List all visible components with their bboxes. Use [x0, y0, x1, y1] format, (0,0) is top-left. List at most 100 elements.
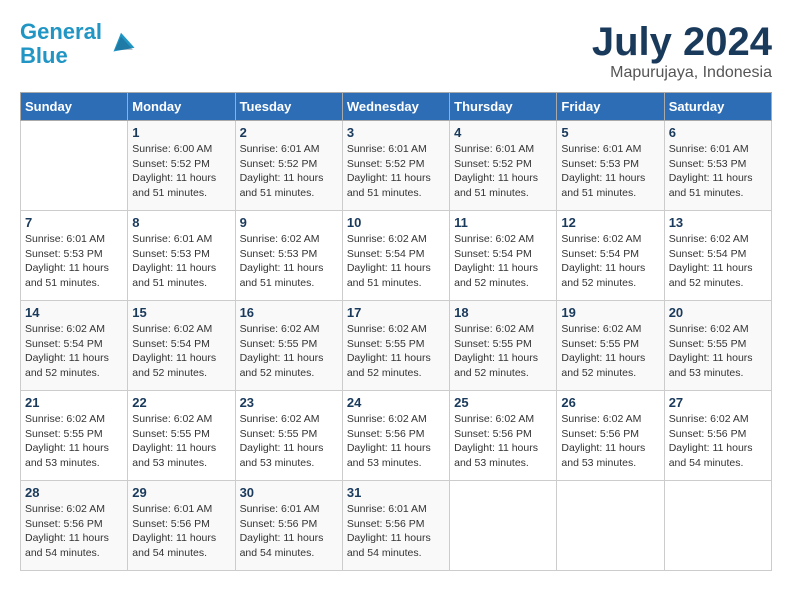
- page-header: General Blue July 2024 Mapurujaya, Indon…: [20, 20, 772, 82]
- day-info: Sunrise: 6:02 AM Sunset: 5:54 PM Dayligh…: [454, 232, 552, 291]
- day-info: Sunrise: 6:02 AM Sunset: 5:54 PM Dayligh…: [561, 232, 659, 291]
- calendar-cell: 15Sunrise: 6:02 AM Sunset: 5:54 PM Dayli…: [128, 301, 235, 391]
- day-number: 24: [347, 395, 445, 410]
- calendar-cell: 26 Sunrise: 6:02 AM Sunset: 5:56 PM Dayli…: [557, 391, 664, 481]
- day-info: Sunrise: 6:02 AM Sunset: 5:54 PM Dayligh…: [25, 322, 123, 381]
- calendar-cell: 16 Sunrise: 6:02 AM Sunset: 5:55 PM Dayli…: [235, 301, 342, 391]
- day-number: 2: [240, 125, 338, 140]
- calendar-cell: 5 Sunrise: 6:01 AM Sunset: 5:53 PM Daylig…: [557, 121, 664, 211]
- calendar-week-row: 21 Sunrise: 6:02 AM Sunset: 5:55 PM Dayli…: [21, 391, 772, 481]
- day-info: Sunrise: 6:02 AM Sunset: 5:56 PM Dayligh…: [347, 412, 445, 471]
- day-info: Sunrise: 6:01 AM Sunset: 5:53 PM Dayligh…: [25, 232, 123, 291]
- day-info: Sunrise: 6:02 AM Sunset: 5:55 PM Dayligh…: [132, 412, 230, 471]
- calendar-cell: 28Sunrise: 6:02 AM Sunset: 5:56 PM Dayli…: [21, 481, 128, 571]
- day-info: Sunrise: 6:01 AM Sunset: 5:53 PM Dayligh…: [669, 142, 767, 201]
- day-info: Sunrise: 6:02 AM Sunset: 5:55 PM Dayligh…: [25, 412, 123, 471]
- day-info: Sunrise: 6:02 AM Sunset: 5:54 PM Dayligh…: [669, 232, 767, 291]
- day-info: Sunrise: 6:02 AM Sunset: 5:55 PM Dayligh…: [240, 412, 338, 471]
- day-number: 25: [454, 395, 552, 410]
- day-number: 5: [561, 125, 659, 140]
- day-number: 22: [132, 395, 230, 410]
- logo-icon: [106, 29, 136, 59]
- calendar-cell: 14 Sunrise: 6:02 AM Sunset: 5:54 PM Dayli…: [21, 301, 128, 391]
- day-info: Sunrise: 6:01 AM Sunset: 5:53 PM Dayligh…: [561, 142, 659, 201]
- day-info: Sunrise: 6:02 AM Sunset: 5:55 PM Dayligh…: [240, 322, 338, 381]
- day-number: 13: [669, 215, 767, 230]
- day-info: Sunrise: 6:00 AM Sunset: 5:52 PM Dayligh…: [132, 142, 230, 201]
- logo: General Blue: [20, 20, 136, 68]
- weekday-header-monday: Monday: [128, 93, 235, 121]
- calendar-cell: [21, 121, 128, 211]
- calendar-cell: 20 Sunrise: 6:02 AM Sunset: 5:55 PM Dayli…: [664, 301, 771, 391]
- calendar-cell: 4 Sunrise: 6:01 AM Sunset: 5:52 PM Daylig…: [450, 121, 557, 211]
- day-info: Sunrise: 6:02 AM Sunset: 5:56 PM Dayligh…: [454, 412, 552, 471]
- day-number: 4: [454, 125, 552, 140]
- day-number: 11: [454, 215, 552, 230]
- day-number: 3: [347, 125, 445, 140]
- weekday-header-thursday: Thursday: [450, 93, 557, 121]
- day-number: 23: [240, 395, 338, 410]
- calendar-cell: 8Sunrise: 6:01 AM Sunset: 5:53 PM Daylig…: [128, 211, 235, 301]
- calendar-week-row: 14 Sunrise: 6:02 AM Sunset: 5:54 PM Dayli…: [21, 301, 772, 391]
- day-number: 14: [25, 305, 123, 320]
- calendar-week-row: 28Sunrise: 6:02 AM Sunset: 5:56 PM Dayli…: [21, 481, 772, 571]
- day-info: Sunrise: 6:02 AM Sunset: 5:54 PM Dayligh…: [347, 232, 445, 291]
- calendar-cell: 24 Sunrise: 6:02 AM Sunset: 5:56 PM Dayli…: [342, 391, 449, 481]
- weekday-header-friday: Friday: [557, 93, 664, 121]
- calendar-table: SundayMondayTuesdayWednesdayThursdayFrid…: [20, 92, 772, 571]
- calendar-week-row: 7 Sunrise: 6:01 AM Sunset: 5:53 PM Daylig…: [21, 211, 772, 301]
- day-info: Sunrise: 6:01 AM Sunset: 5:52 PM Dayligh…: [347, 142, 445, 201]
- calendar-cell: 17 Sunrise: 6:02 AM Sunset: 5:55 PM Dayli…: [342, 301, 449, 391]
- day-number: 10: [347, 215, 445, 230]
- day-info: Sunrise: 6:01 AM Sunset: 5:52 PM Dayligh…: [240, 142, 338, 201]
- day-number: 7: [25, 215, 123, 230]
- day-info: Sunrise: 6:01 AM Sunset: 5:52 PM Dayligh…: [454, 142, 552, 201]
- day-info: Sunrise: 6:01 AM Sunset: 5:53 PM Dayligh…: [132, 232, 230, 291]
- day-number: 15: [132, 305, 230, 320]
- weekday-header-row: SundayMondayTuesdayWednesdayThursdayFrid…: [21, 93, 772, 121]
- day-info: Sunrise: 6:02 AM Sunset: 5:56 PM Dayligh…: [669, 412, 767, 471]
- month-year-title: July 2024: [592, 20, 772, 64]
- calendar-cell: 13 Sunrise: 6:02 AM Sunset: 5:54 PM Dayli…: [664, 211, 771, 301]
- calendar-cell: 2 Sunrise: 6:01 AM Sunset: 5:52 PM Daylig…: [235, 121, 342, 211]
- calendar-cell: [450, 481, 557, 571]
- calendar-cell: 11 Sunrise: 6:02 AM Sunset: 5:54 PM Dayli…: [450, 211, 557, 301]
- day-info: Sunrise: 6:02 AM Sunset: 5:55 PM Dayligh…: [454, 322, 552, 381]
- day-number: 30: [240, 485, 338, 500]
- weekday-header-saturday: Saturday: [664, 93, 771, 121]
- calendar-cell: 23 Sunrise: 6:02 AM Sunset: 5:55 PM Dayli…: [235, 391, 342, 481]
- day-info: Sunrise: 6:01 AM Sunset: 5:56 PM Dayligh…: [347, 502, 445, 561]
- logo-text: General Blue: [20, 20, 102, 68]
- day-number: 31: [347, 485, 445, 500]
- day-number: 16: [240, 305, 338, 320]
- calendar-cell: 25 Sunrise: 6:02 AM Sunset: 5:56 PM Dayli…: [450, 391, 557, 481]
- day-number: 12: [561, 215, 659, 230]
- calendar-cell: 12 Sunrise: 6:02 AM Sunset: 5:54 PM Dayli…: [557, 211, 664, 301]
- day-number: 17: [347, 305, 445, 320]
- day-number: 28: [25, 485, 123, 500]
- day-number: 29: [132, 485, 230, 500]
- calendar-cell: [664, 481, 771, 571]
- weekday-header-tuesday: Tuesday: [235, 93, 342, 121]
- calendar-week-row: 1Sunrise: 6:00 AM Sunset: 5:52 PM Daylig…: [21, 121, 772, 211]
- calendar-cell: 7 Sunrise: 6:01 AM Sunset: 5:53 PM Daylig…: [21, 211, 128, 301]
- calendar-cell: 1Sunrise: 6:00 AM Sunset: 5:52 PM Daylig…: [128, 121, 235, 211]
- calendar-cell: 21 Sunrise: 6:02 AM Sunset: 5:55 PM Dayli…: [21, 391, 128, 481]
- calendar-cell: 9Sunrise: 6:02 AM Sunset: 5:53 PM Daylig…: [235, 211, 342, 301]
- day-info: Sunrise: 6:02 AM Sunset: 5:55 PM Dayligh…: [669, 322, 767, 381]
- day-info: Sunrise: 6:01 AM Sunset: 5:56 PM Dayligh…: [240, 502, 338, 561]
- day-info: Sunrise: 6:02 AM Sunset: 5:55 PM Dayligh…: [347, 322, 445, 381]
- day-number: 21: [25, 395, 123, 410]
- day-number: 26: [561, 395, 659, 410]
- day-number: 9: [240, 215, 338, 230]
- weekday-header-sunday: Sunday: [21, 93, 128, 121]
- day-info: Sunrise: 6:02 AM Sunset: 5:56 PM Dayligh…: [561, 412, 659, 471]
- day-number: 20: [669, 305, 767, 320]
- calendar-cell: 19Sunrise: 6:02 AM Sunset: 5:55 PM Dayli…: [557, 301, 664, 391]
- day-number: 18: [454, 305, 552, 320]
- calendar-cell: 10 Sunrise: 6:02 AM Sunset: 5:54 PM Dayli…: [342, 211, 449, 301]
- day-info: Sunrise: 6:01 AM Sunset: 5:56 PM Dayligh…: [132, 502, 230, 561]
- day-number: 19: [561, 305, 659, 320]
- calendar-cell: 18 Sunrise: 6:02 AM Sunset: 5:55 PM Dayli…: [450, 301, 557, 391]
- location-subtitle: Mapurujaya, Indonesia: [592, 64, 772, 82]
